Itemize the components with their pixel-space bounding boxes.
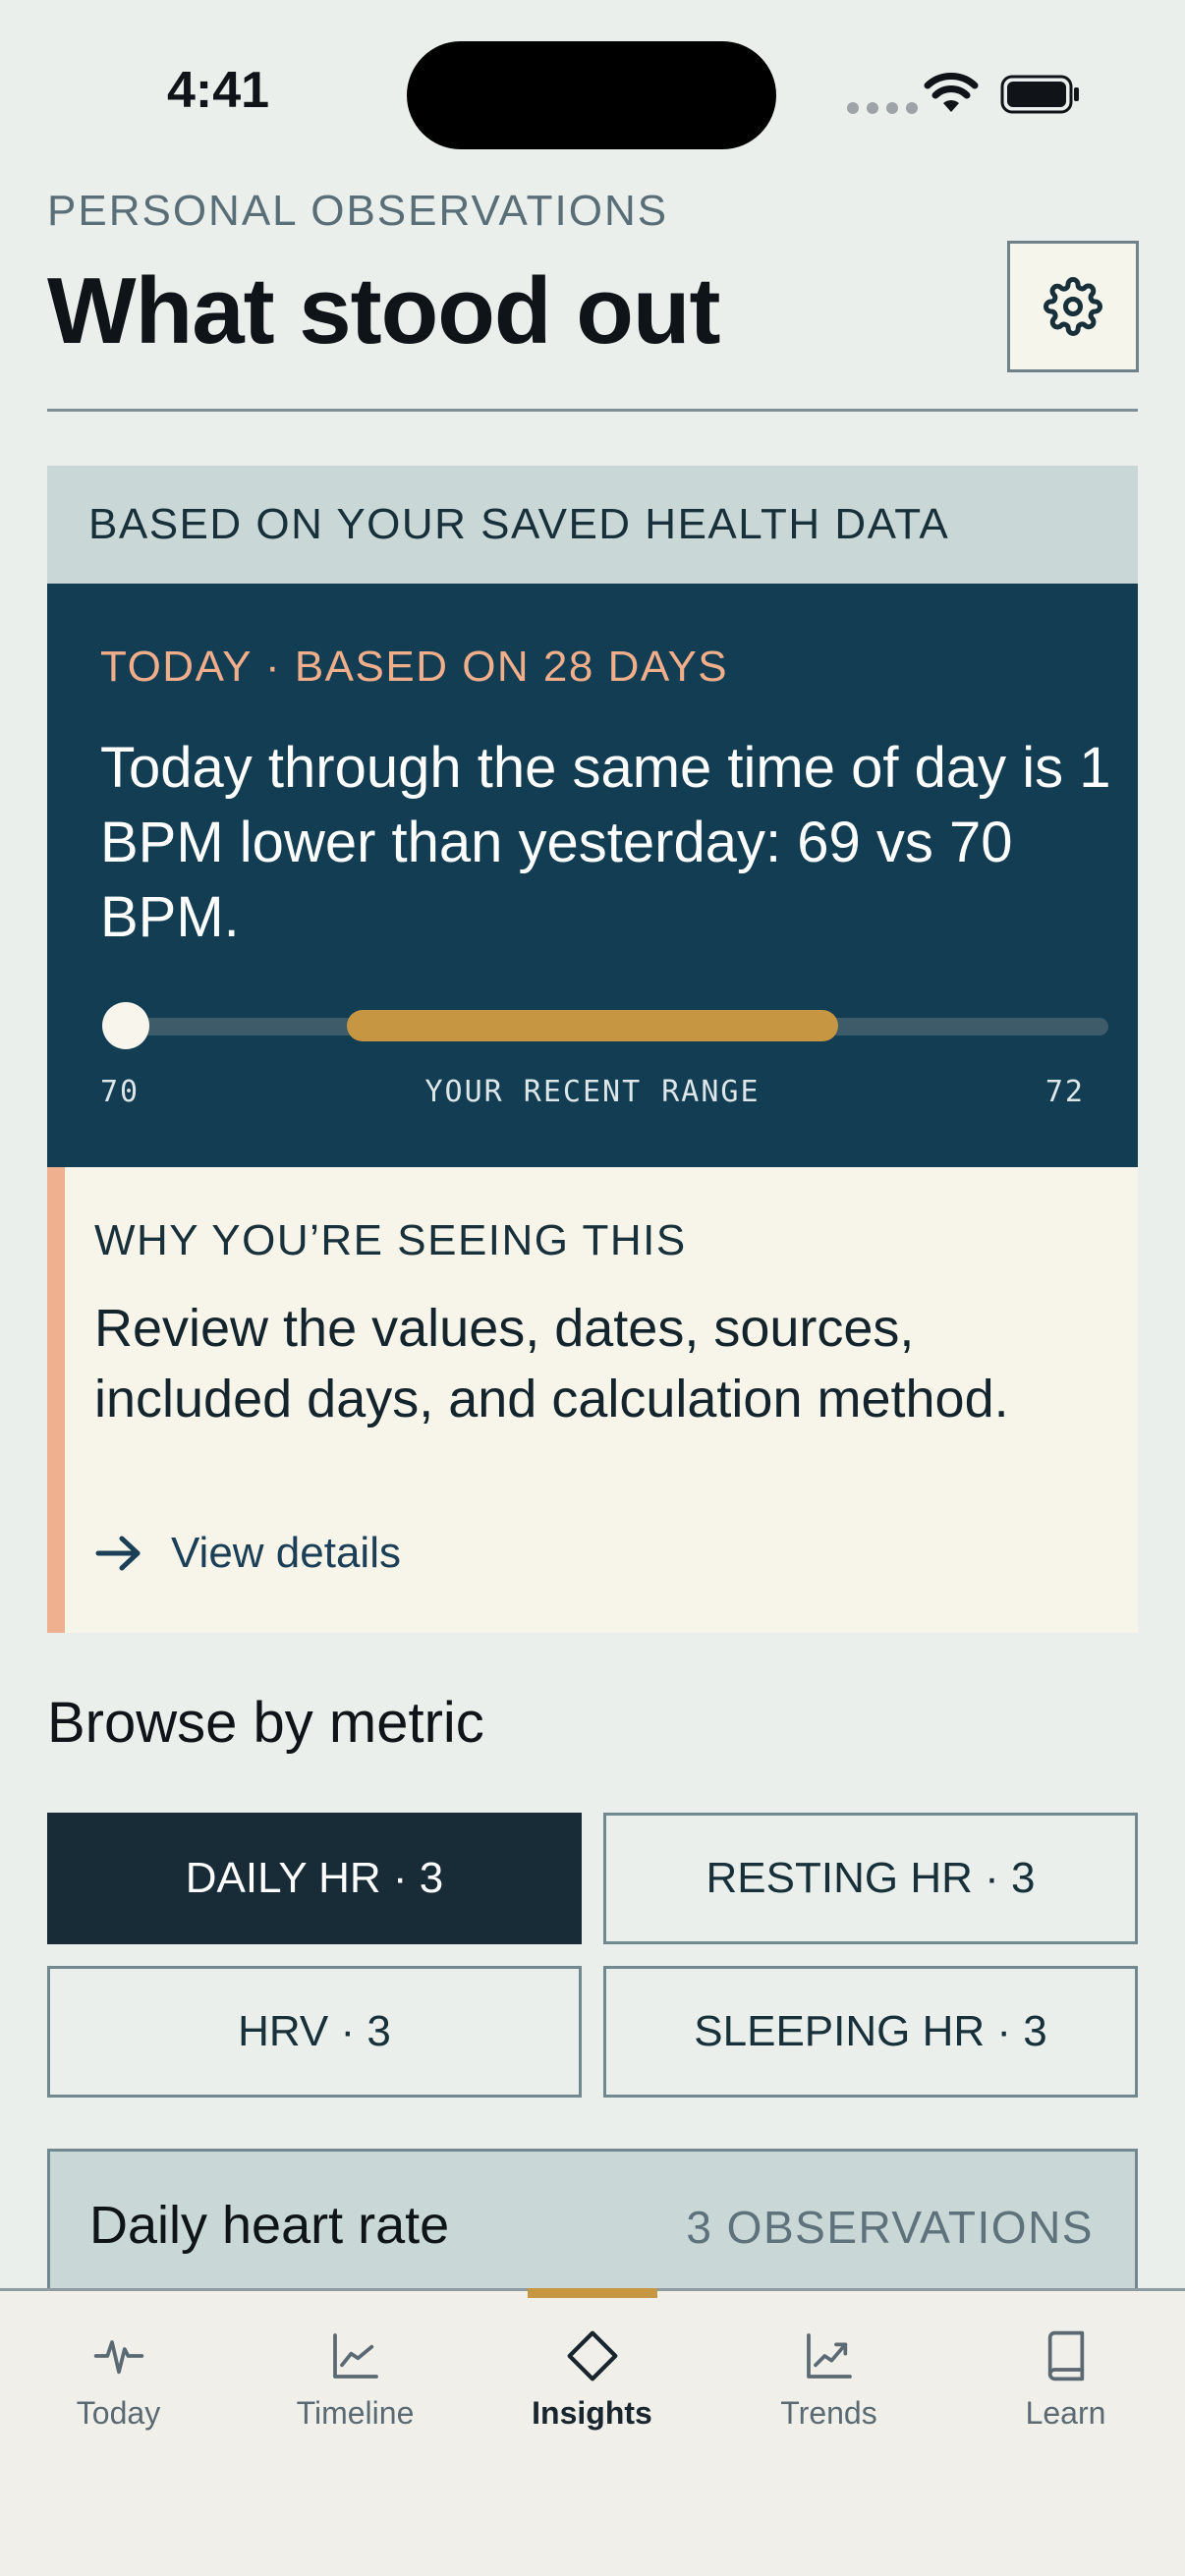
book-icon [1047, 2330, 1084, 2381]
line-chart-icon [332, 2333, 378, 2379]
chip-sleeping-hr[interactable]: SLEEPING HR · 3 [603, 1966, 1138, 2098]
view-details-link[interactable]: View details [94, 1529, 401, 1578]
tab-label: Learn [1025, 2395, 1106, 2431]
observation-count: 3 OBSERVATIONS [686, 2202, 1094, 2253]
observation-statement: Today through the same time of day is 1 … [100, 736, 1111, 949]
dynamic-island [407, 41, 776, 149]
today-value-marker [102, 1002, 149, 1049]
range-max-label: 72 [1044, 1075, 1085, 1109]
pulse-icon [93, 2340, 143, 2375]
status-bar: 4:41 [0, 0, 1185, 167]
chip-hrv[interactable]: HRV · 3 [47, 1966, 582, 2098]
recent-range-band [347, 1010, 838, 1041]
header-divider [47, 409, 1138, 412]
observation-meta: TODAY · BASED ON 28 DAYS [100, 643, 729, 691]
battery-icon [1000, 75, 1079, 114]
observation-source-label: BASED ON YOUR SAVED HEALTH DATA [47, 466, 1138, 584]
range-caption: YOUR RECENT RANGE [424, 1075, 761, 1109]
metric-section-title: Daily heart rate [89, 2196, 450, 2255]
wifi-icon [924, 73, 979, 112]
tab-label: Trends [780, 2395, 877, 2431]
why-text: Review the values, dates, sources, inclu… [94, 1299, 1009, 1428]
tab-learn[interactable]: Learn [947, 2291, 1184, 2468]
tab-label: Timeline [296, 2395, 415, 2431]
tab-trends[interactable]: Trends [710, 2291, 947, 2468]
tab-insights[interactable]: Insights [474, 2291, 710, 2468]
why-explanation: WHY YOU’RE SEEING THIS Review the values… [47, 1167, 1138, 1633]
diamond-icon [567, 2330, 617, 2381]
arrow-right-icon [95, 1536, 141, 1571]
gear-icon [1044, 277, 1102, 336]
tab-label: Insights [532, 2395, 652, 2431]
view-details-label: View details [171, 1529, 401, 1577]
trend-up-icon [806, 2333, 852, 2379]
chip-resting-hr[interactable]: RESTING HR · 3 [603, 1813, 1138, 1944]
chip-daily-hr[interactable]: DAILY HR · 3 [47, 1813, 582, 1944]
tab-timeline[interactable]: Timeline [237, 2291, 474, 2468]
tab-bar: Today Timeline Insights Trends Learn [0, 2288, 1185, 2576]
page-eyebrow: PERSONAL OBSERVATIONS [47, 187, 669, 235]
cellular-signal-icon [847, 102, 918, 114]
status-time: 4:41 [167, 62, 270, 119]
page-title: What stood out [47, 258, 720, 364]
observation-card[interactable]: TODAY · BASED ON 28 DAYS Today through t… [47, 584, 1138, 1167]
metric-section-header: Daily heart rate 3 OBSERVATIONS [47, 2149, 1138, 2306]
why-title: WHY YOU’RE SEEING THIS [94, 1216, 687, 1264]
settings-button[interactable] [1007, 241, 1139, 372]
tab-label: Today [76, 2395, 161, 2431]
browse-section-title: Browse by metric [47, 1691, 484, 1755]
tab-today[interactable]: Today [0, 2291, 237, 2468]
